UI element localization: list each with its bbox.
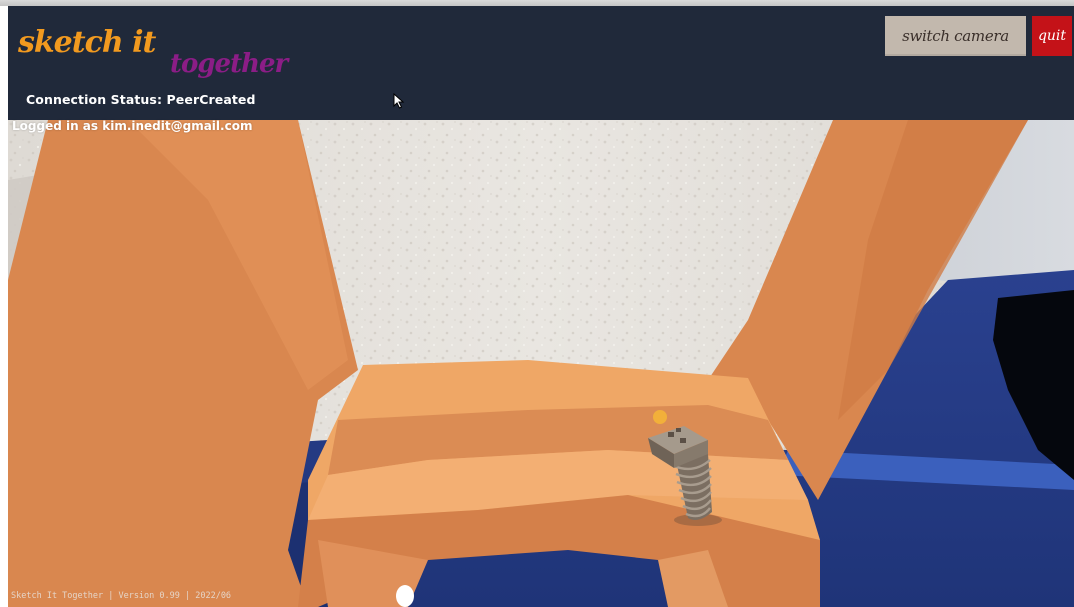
ar-camera-viewport[interactable] (8, 120, 1074, 607)
logo-primary-text: sketch it (17, 25, 157, 60)
logged-in-label: Logged in as kim.inedit@gmail.com (12, 119, 253, 133)
cursor-reticle[interactable] (396, 585, 414, 607)
sketch-it-together-logo: sketch it together (17, 18, 318, 79)
app-frame: sketch it together switch camera quit Co… (8, 6, 1074, 607)
quit-button[interactable]: quit (1032, 16, 1072, 56)
version-label: Sketch It Together | Version 0.99 | 2022… (11, 591, 232, 601)
anchor-dot[interactable] (653, 410, 667, 424)
app-window: sketch it together switch camera quit Co… (0, 0, 1074, 607)
pointer-cursor-icon (393, 93, 405, 109)
switch-camera-button[interactable]: switch camera (885, 16, 1026, 56)
app-header: sketch it together switch camera quit Co… (8, 6, 1074, 120)
logo-secondary-text: together (170, 49, 291, 79)
connection-status: Connection Status: PeerCreated (26, 92, 256, 107)
